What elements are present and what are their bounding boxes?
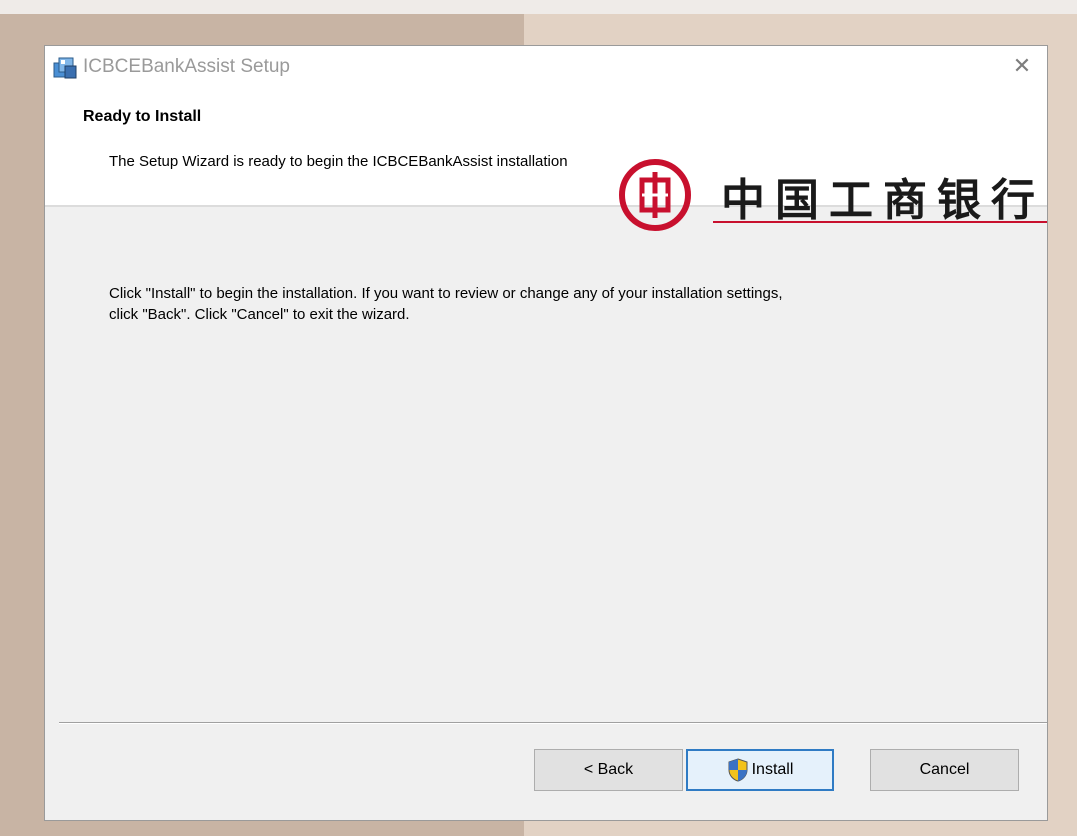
title-bar[interactable]: ICBCEBankAssist Setup ✕ <box>45 46 1047 94</box>
icbc-logo-icon <box>619 159 691 231</box>
background-top-strip <box>0 0 1077 14</box>
page-heading: Ready to Install <box>83 108 202 125</box>
cancel-button[interactable]: Cancel <box>870 749 1019 791</box>
back-button-label: < Back <box>583 761 634 778</box>
close-icon: ✕ <box>1012 54 1032 79</box>
footer-separator <box>59 722 1047 724</box>
instructions-line-2: click "Back". Click "Cancel" to exit the… <box>109 306 410 323</box>
install-button[interactable]: Install <box>686 749 834 791</box>
uac-shield-icon <box>728 758 748 782</box>
back-button[interactable]: < Back <box>534 749 683 791</box>
setup-wizard-window: ICBCEBankAssist Setup ✕ Ready to Install… <box>44 45 1048 821</box>
instructions-line-1: Click "Install" to begin the installatio… <box>109 285 783 302</box>
cancel-button-label: Cancel <box>919 761 970 778</box>
close-button[interactable]: ✕ <box>1007 52 1037 82</box>
logo-underline <box>713 221 1047 223</box>
instructions-text: Click "Install" to begin the installatio… <box>109 283 989 325</box>
install-button-label: Install <box>751 761 794 778</box>
window-title: ICBCEBankAssist Setup <box>83 56 290 77</box>
wizard-banner: Ready to Install The Setup Wizard is rea… <box>45 94 1047 231</box>
page-description: The Setup Wizard is ready to begin the I… <box>109 153 568 170</box>
installer-app-icon <box>53 57 77 79</box>
icbc-logo-text: 中国工商银行 <box>721 175 1045 226</box>
